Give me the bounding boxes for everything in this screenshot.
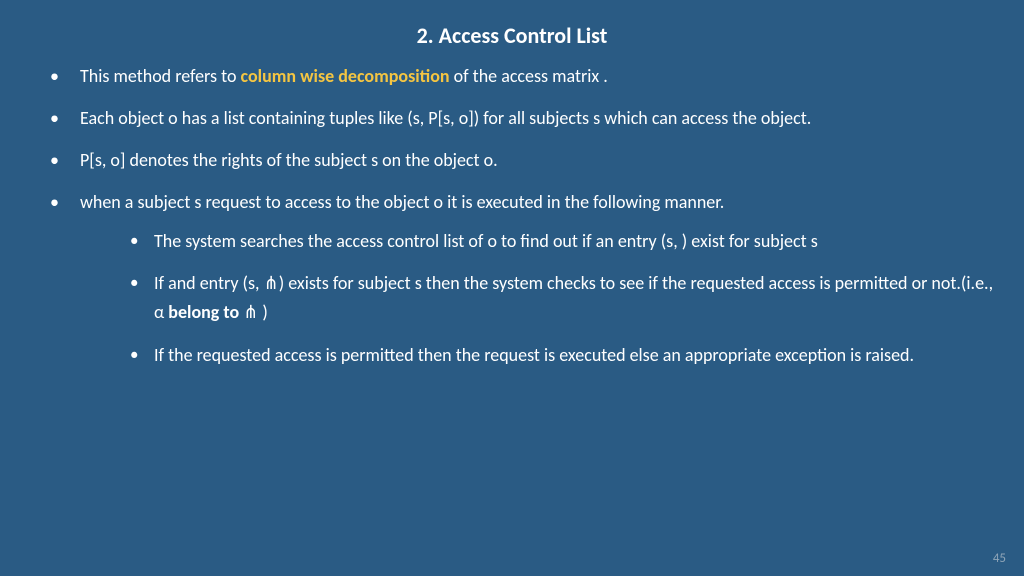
bullet-2: Each object o has a list containing tupl… (50, 105, 994, 133)
bullet-4-text: when a subject s request to access to th… (80, 191, 724, 213)
sub-bullet-3: If the requested access is permitted the… (130, 341, 994, 370)
bullet-1-text-a: This method refers to (80, 65, 241, 87)
sub-bullet-2-bold: belong to (168, 301, 239, 323)
bullet-3: P[s, o] denotes the rights of the subjec… (50, 147, 994, 175)
page-number: 45 (993, 551, 1006, 566)
outer-list: This method refers to column wise decomp… (0, 63, 1024, 370)
inner-list: The system searches the access control l… (80, 227, 994, 370)
bullet-1-highlight: column wise decomposition (241, 65, 450, 87)
bullet-1: This method refers to column wise decomp… (50, 63, 994, 91)
bullet-4: when a subject s request to access to th… (50, 189, 994, 370)
slide-title: 2. Access Control List (0, 0, 1024, 63)
sub-bullet-1: The system searches the access control l… (130, 227, 994, 256)
sub-bullet-2-text-a: If and entry (s, ⋔) exists for subject s… (154, 272, 993, 323)
sub-bullet-2: If and entry (s, ⋔) exists for subject s… (130, 269, 994, 327)
sub-bullet-2-text-b: ⋔ ) (239, 301, 268, 323)
bullet-1-text-b: of the access matrix . (450, 65, 608, 87)
